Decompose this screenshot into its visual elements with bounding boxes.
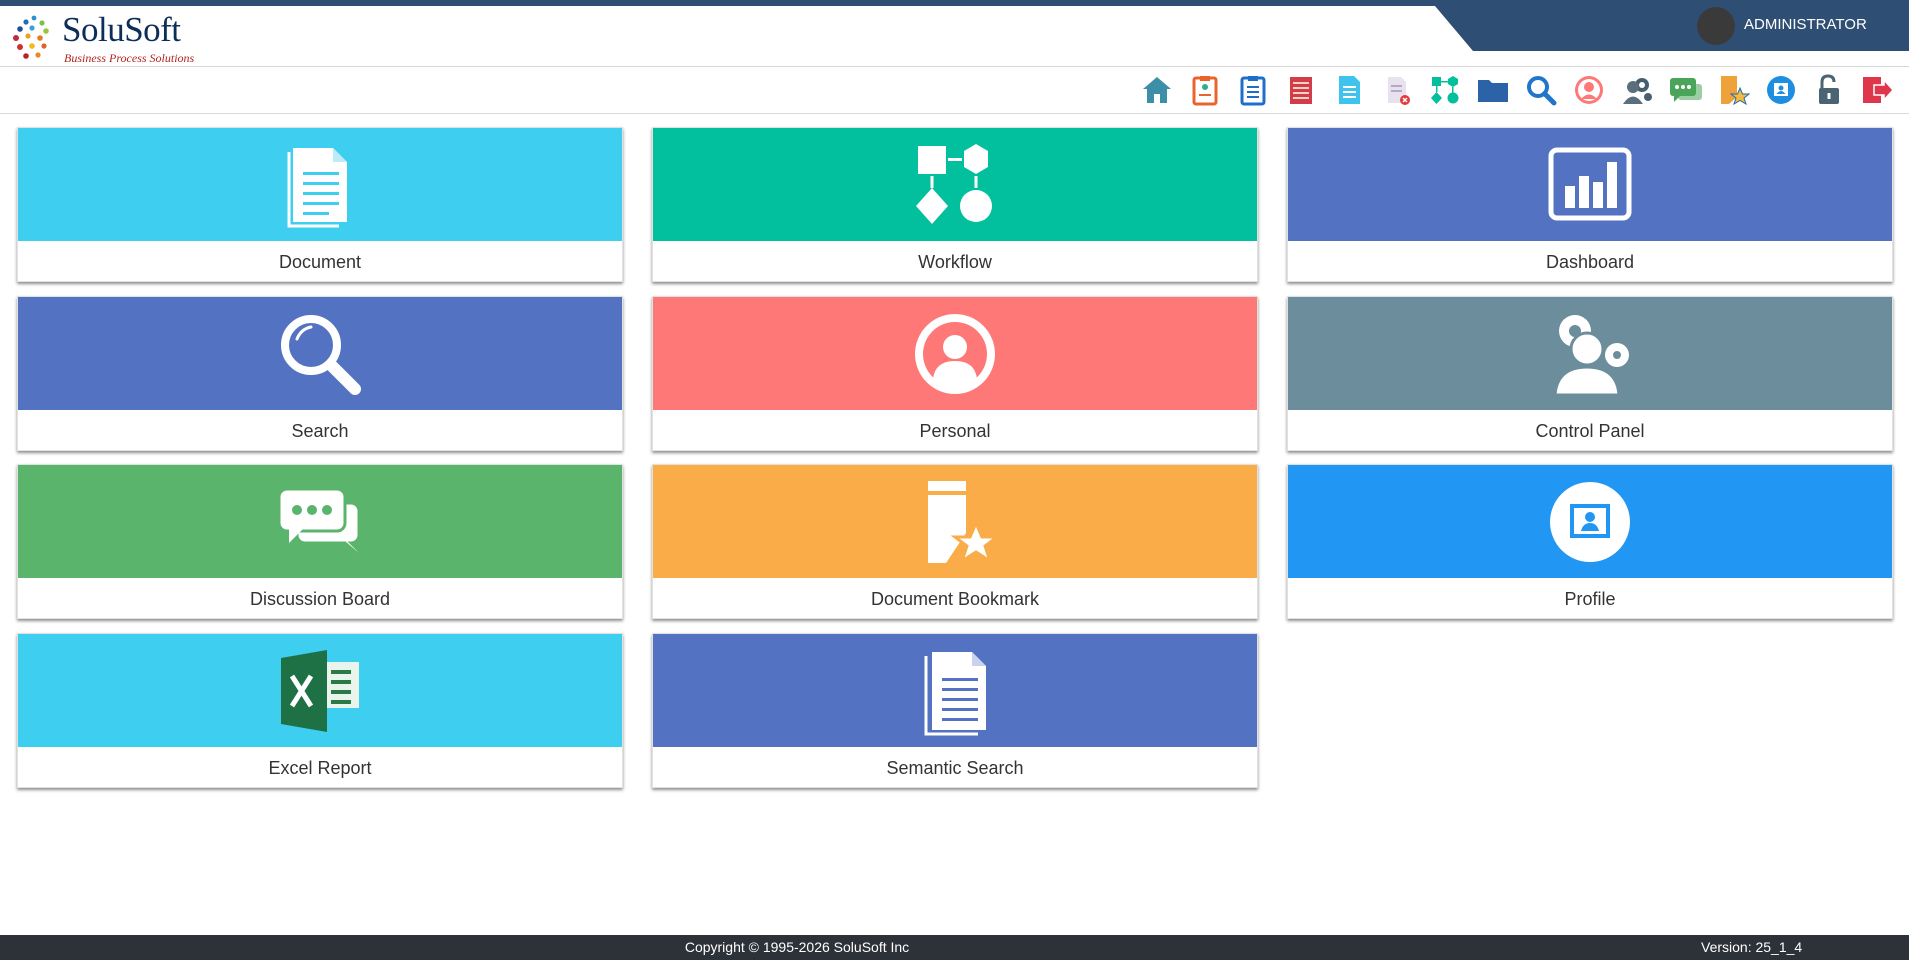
delete-document-icon[interactable] (1379, 72, 1415, 108)
checklist-icon[interactable] (1187, 72, 1223, 108)
personal-icon[interactable] (1571, 72, 1607, 108)
brand-name: SoluSoft (62, 10, 181, 49)
brand-tagline: Business Process Solutions (64, 51, 195, 65)
tile-control-panel[interactable]: Control Panel (1287, 296, 1893, 451)
tile-semantic-search[interactable]: Semantic Search (652, 633, 1258, 788)
tile-label: Excel Report (268, 758, 372, 778)
bookmark-icon (928, 480, 1000, 565)
profile-icon (1550, 481, 1630, 562)
home-icon[interactable] (1139, 72, 1175, 108)
tile-label: Document (278, 252, 362, 272)
discussion-icon[interactable] (1667, 72, 1703, 108)
search-icon[interactable] (1523, 72, 1559, 108)
control-panel-icon[interactable] (1619, 72, 1655, 108)
workflow-icon (916, 143, 992, 224)
tile-label: Profile (1564, 589, 1616, 609)
search-icon (281, 314, 361, 395)
solusoft-logo[interactable]: SoluSoft Business Process Solutions (12, 10, 194, 66)
excel-icon (281, 649, 359, 732)
personal-icon (915, 313, 995, 394)
ledger-icon[interactable] (1283, 72, 1319, 108)
bookmark-icon[interactable] (1715, 72, 1751, 108)
tile-label: Semantic Search (886, 758, 1024, 778)
tile-workflow[interactable]: Workflow (652, 127, 1258, 282)
tile-label: Search (291, 421, 349, 441)
discussion-icon (277, 487, 361, 553)
app-header: SoluSoft Business Process Solutions ADMI… (0, 6, 1909, 67)
tile-personal[interactable]: Personal (652, 296, 1258, 451)
document-icon[interactable] (1331, 72, 1367, 108)
tile-label: Personal (919, 421, 991, 441)
tile-profile[interactable]: Profile (1287, 464, 1893, 619)
tile-discussion-board[interactable]: Discussion Board (17, 464, 623, 619)
tile-excel-report[interactable]: Excel Report (17, 633, 623, 788)
user-bar: ADMINISTRATOR (1435, 6, 1909, 51)
toolbar (0, 67, 1909, 114)
workflow-icon[interactable] (1427, 72, 1463, 108)
version-text: Version: 25_1_4 (1701, 939, 1803, 955)
tile-label: Control Panel (1535, 421, 1645, 441)
folder-icon[interactable] (1475, 72, 1511, 108)
clipboard-icon[interactable] (1235, 72, 1271, 108)
dashboard-icon (1548, 147, 1632, 220)
tile-document-bookmark[interactable]: Document Bookmark (652, 464, 1258, 619)
logo-dots-icon (13, 15, 49, 59)
semantic-search-icon (924, 651, 986, 735)
user-name[interactable]: ADMINISTRATOR (1744, 16, 1867, 33)
tile-search[interactable]: Search (17, 296, 623, 451)
copyright-text: Copyright © 1995-2026 SoluSoft Inc (684, 939, 910, 955)
tile-label: Dashboard (1545, 252, 1635, 272)
unlock-icon[interactable] (1811, 72, 1847, 108)
tile-label: Document Bookmark (870, 589, 1040, 609)
tile-label: Discussion Board (249, 589, 391, 609)
tile-document[interactable]: Document (17, 127, 623, 282)
tile-label: Workflow (918, 252, 992, 272)
control-panel-icon (1553, 314, 1629, 396)
document-icon (287, 147, 347, 227)
tile-dashboard[interactable]: Dashboard (1287, 127, 1893, 282)
profile-icon[interactable] (1763, 72, 1799, 108)
user-avatar[interactable] (1697, 7, 1735, 45)
footer: Copyright © 1995-2026 SoluSoft Inc Versi… (0, 935, 1909, 960)
logout-icon[interactable] (1859, 72, 1895, 108)
